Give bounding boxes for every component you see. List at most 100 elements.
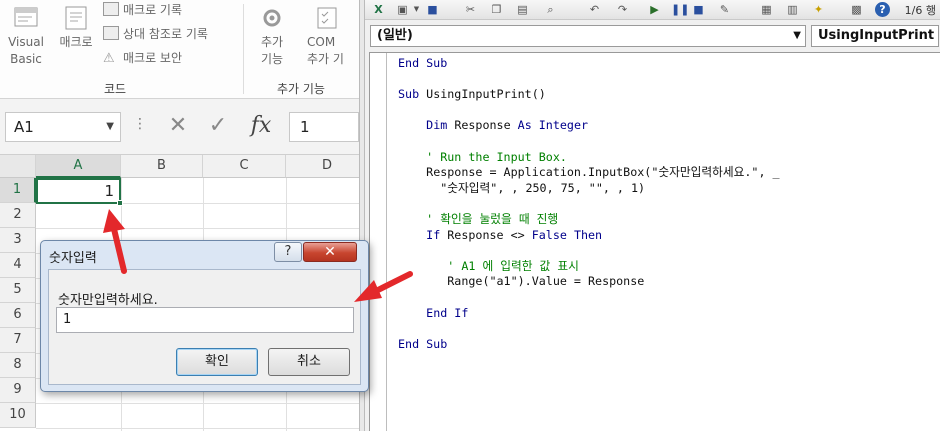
relative-reference-button[interactable]: 상대 참조로 기록 [103, 24, 208, 44]
code-line[interactable]: ' 확인을 눌렀을 때 진행 [398, 212, 780, 228]
code-keyword: Dim [426, 118, 448, 133]
ok-button[interactable]: 확인 [176, 348, 258, 376]
code-comment: ' A1 에 입력한 값 표시 [447, 258, 579, 273]
insert-module-icon[interactable]: ▣ [395, 2, 410, 17]
ribbon-separator [243, 4, 244, 94]
code-line[interactable] [398, 103, 780, 119]
relative-reference-label: 상대 참조로 기록 [123, 27, 208, 41]
column-header-d[interactable]: D [286, 155, 359, 178]
help-button[interactable]: ? [274, 242, 302, 262]
row-header-2[interactable]: 2 [0, 203, 36, 228]
object-dropdown[interactable]: (일반) ▼ [370, 25, 806, 47]
formula-input[interactable]: 1 [289, 112, 359, 142]
procedure-dropdown-value: UsingInputPrint [818, 28, 935, 43]
code-window[interactable]: End Sub Sub UsingInputPrint() Dim Respons… [369, 52, 940, 431]
save-icon[interactable]: ■ [425, 2, 440, 17]
select-all-corner[interactable] [0, 155, 36, 178]
row-header-9[interactable]: 9 [0, 378, 36, 403]
com-addins-label-1: COM [307, 35, 336, 49]
paste-icon[interactable]: ▤ [515, 2, 530, 17]
com-addins-icon [317, 7, 337, 29]
code-line[interactable]: Dim Response As Integer [398, 118, 780, 134]
macro-security-button[interactable]: ⚠ 매크로 보안 [103, 48, 182, 68]
row-header-6[interactable]: 6 [0, 303, 36, 328]
excel-view-icon[interactable]: X [371, 2, 386, 17]
pause-icon[interactable]: ❚❚ [671, 2, 689, 17]
name-box[interactable]: A1 ▼ [5, 112, 121, 142]
undo-icon[interactable]: ↶ [587, 2, 602, 17]
gridline [36, 403, 359, 404]
code-line[interactable]: ' Run the Input Box. [398, 150, 780, 166]
name-box-value: A1 [14, 118, 34, 136]
find-icon[interactable]: ⌕ [543, 2, 558, 17]
dialog-body: 숫자만입력하세요. 1 확인 취소 [48, 269, 361, 385]
row-header-4[interactable]: 4 [0, 253, 36, 278]
row-header-5[interactable]: 5 [0, 278, 36, 303]
row-header-7[interactable]: 7 [0, 328, 36, 353]
row-header-1[interactable]: 1 [0, 178, 36, 203]
code-comment: ' Run the Input Box. [426, 149, 567, 164]
code-line[interactable]: If Response <> False Then [398, 228, 780, 244]
procedure-dropdown[interactable]: UsingInputPrint [811, 25, 939, 47]
code-line[interactable]: "숫자입력", , 250, 75, "", , 1) [398, 181, 780, 197]
code-line[interactable]: Sub UsingInputPrint() [398, 87, 780, 103]
code-text-segment: UsingInputPrint() [419, 87, 546, 102]
code-line[interactable] [398, 196, 780, 212]
object-browser-icon[interactable]: ✦ [811, 2, 826, 17]
code-text[interactable]: End Sub Sub UsingInputPrint() Dim Respons… [398, 56, 780, 352]
relative-reference-icon [103, 26, 119, 40]
more-icon[interactable]: ⋮ [133, 116, 147, 132]
properties-icon[interactable]: ▥ [785, 2, 800, 17]
macro-icon [65, 6, 87, 30]
column-header-b[interactable]: B [121, 155, 203, 178]
cancel-button[interactable]: 취소 [268, 348, 350, 376]
code-text-segment: Response = Application.InputBox("숫자만입력하세… [426, 165, 780, 180]
cell-a1[interactable]: 1 [36, 178, 123, 206]
chevron-down-icon[interactable]: ▼ [409, 2, 424, 17]
addins-label-2: 기능 [260, 52, 284, 66]
design-mode-icon[interactable]: ✎ [717, 2, 732, 17]
code-line[interactable] [398, 134, 780, 150]
row-header-8[interactable]: 8 [0, 353, 36, 378]
record-macro-button[interactable]: 매크로 기록 [103, 0, 182, 20]
code-line[interactable]: Range("a1").Value = Response [398, 274, 780, 290]
macro-button[interactable]: 매크로 [54, 4, 98, 51]
stop-icon[interactable]: ■ [691, 2, 706, 17]
fill-handle[interactable] [117, 200, 123, 206]
cut-icon[interactable]: ✂ [463, 2, 478, 17]
run-icon[interactable]: ▶ [647, 2, 662, 17]
redo-icon[interactable]: ↷ [615, 2, 630, 17]
code-line[interactable]: End Sub [398, 56, 780, 72]
row-header-10[interactable]: 10 [0, 403, 36, 428]
code-line[interactable] [398, 72, 780, 88]
toolbox-icon[interactable]: ▩ [849, 2, 864, 17]
code-line[interactable]: End Sub [398, 337, 780, 353]
record-macro-label: 매크로 기록 [123, 3, 183, 17]
cancel-icon[interactable]: ✕ [163, 111, 193, 141]
com-addins-button[interactable]: COM 추가 기 [297, 4, 359, 68]
code-line[interactable] [398, 290, 780, 306]
code-line[interactable]: End If [398, 306, 780, 322]
com-addins-label-2: 추가 기 [307, 52, 344, 66]
close-button[interactable]: ✕ [303, 242, 357, 262]
breakpoint-margin[interactable] [370, 53, 387, 431]
insert-function-button[interactable]: fx [246, 111, 276, 141]
vbe-toolbar: X ▣ ▼ ■ ✂ ❐ ▤ ⌕ ↶ ↷ ▶ ❚❚ ■ ✎ ▦ ▥ ✦ ▩ ? 1… [365, 0, 940, 20]
code-line[interactable]: ' A1 에 입력한 값 표시 [398, 259, 780, 275]
check-icon[interactable]: ✓ [203, 111, 233, 141]
copy-icon[interactable]: ❐ [489, 2, 504, 17]
code-line[interactable]: Response = Application.InputBox("숫자만입력하세… [398, 165, 780, 181]
row-header-3[interactable]: 3 [0, 228, 36, 253]
code-line[interactable] [398, 243, 780, 259]
code-line[interactable] [398, 321, 780, 337]
visual-basic-button[interactable]: Visual Basic [6, 4, 46, 68]
number-input[interactable]: 1 [56, 307, 354, 333]
chevron-down-icon[interactable]: ▼ [106, 113, 114, 141]
column-header-a[interactable]: A [36, 155, 121, 178]
project-explorer-icon[interactable]: ▦ [759, 2, 774, 17]
addins-button[interactable]: 추가 기능 [252, 4, 292, 68]
addins-group-label: 추가 기능 [277, 82, 325, 96]
chevron-down-icon[interactable]: ▼ [793, 26, 801, 46]
column-header-c[interactable]: C [203, 155, 286, 178]
help-icon[interactable]: ? [875, 2, 890, 17]
